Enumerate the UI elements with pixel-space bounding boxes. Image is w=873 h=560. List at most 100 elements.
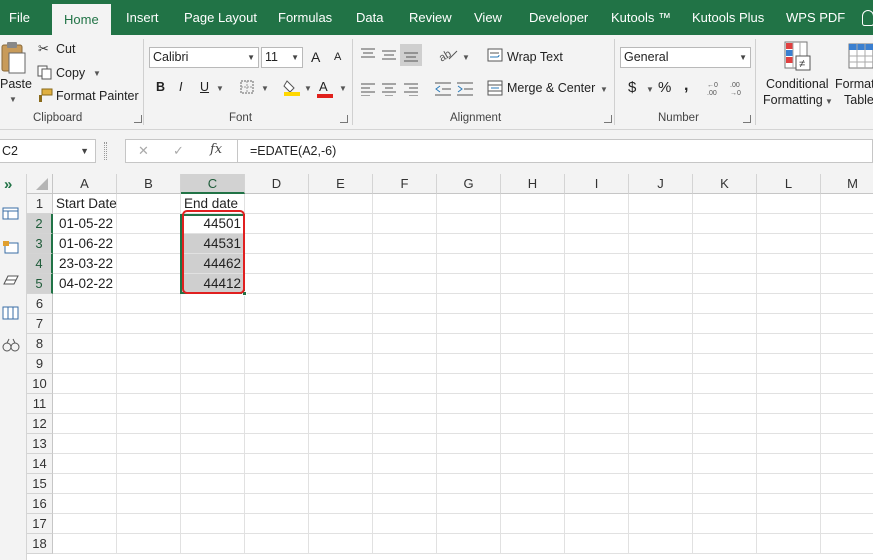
cell-g7[interactable] <box>437 314 501 334</box>
cell-m5[interactable] <box>821 274 873 294</box>
cell-d15[interactable] <box>245 474 309 494</box>
cell-b18[interactable] <box>117 534 181 554</box>
cell-e14[interactable] <box>309 454 373 474</box>
align-left-icon[interactable] <box>360 82 376 96</box>
tab-review[interactable]: Review <box>409 0 452 35</box>
cell-b15[interactable] <box>117 474 181 494</box>
cell-m16[interactable] <box>821 494 873 514</box>
cell-c17[interactable] <box>181 514 245 534</box>
cell-g15[interactable] <box>437 474 501 494</box>
cell-f10[interactable] <box>373 374 437 394</box>
column-header-g[interactable]: G <box>437 174 501 194</box>
cell-c14[interactable] <box>181 454 245 474</box>
bottom-align-button[interactable] <box>400 44 422 66</box>
conditional-formatting-icon[interactable]: ≠ <box>784 41 812 73</box>
cell-d18[interactable] <box>245 534 309 554</box>
cell-c9[interactable] <box>181 354 245 374</box>
cell-m14[interactable] <box>821 454 873 474</box>
column-header-d[interactable]: D <box>245 174 309 194</box>
cell-m15[interactable] <box>821 474 873 494</box>
cell-k18[interactable] <box>693 534 757 554</box>
cell-d11[interactable] <box>245 394 309 414</box>
cell-g9[interactable] <box>437 354 501 374</box>
tab-wps-pdf[interactable]: WPS PDF <box>786 0 845 35</box>
cell-k8[interactable] <box>693 334 757 354</box>
cell-m18[interactable] <box>821 534 873 554</box>
cell-f16[interactable] <box>373 494 437 514</box>
cell-k5[interactable] <box>693 274 757 294</box>
cell-l10[interactable] <box>757 374 821 394</box>
currency-button[interactable]: $ <box>628 79 636 96</box>
cell-i1[interactable] <box>565 194 629 214</box>
cell-a16[interactable] <box>53 494 117 514</box>
cell-f12[interactable] <box>373 414 437 434</box>
bold-button[interactable]: B <box>156 80 165 94</box>
cell-b10[interactable] <box>117 374 181 394</box>
underline-dropdown-icon[interactable]: ▼ <box>216 84 224 93</box>
paste-label[interactable]: Paste <box>0 77 32 91</box>
cell-j7[interactable] <box>629 314 693 334</box>
cell-j9[interactable] <box>629 354 693 374</box>
cell-j6[interactable] <box>629 294 693 314</box>
cell-b8[interactable] <box>117 334 181 354</box>
cancel-icon[interactable]: ✕ <box>138 143 149 159</box>
cell-m12[interactable] <box>821 414 873 434</box>
align-center-icon[interactable] <box>381 82 397 96</box>
cell-k7[interactable] <box>693 314 757 334</box>
cell-c18[interactable] <box>181 534 245 554</box>
cut-button[interactable]: Cut <box>56 42 75 56</box>
conditional-formatting-label-1[interactable]: Conditional <box>766 77 829 91</box>
cell-g10[interactable] <box>437 374 501 394</box>
cell-e10[interactable] <box>309 374 373 394</box>
cell-k4[interactable] <box>693 254 757 274</box>
middle-align-icon[interactable] <box>381 47 397 61</box>
cell-g16[interactable] <box>437 494 501 514</box>
cell-i9[interactable] <box>565 354 629 374</box>
cell-h3[interactable] <box>501 234 565 254</box>
cell-m17[interactable] <box>821 514 873 534</box>
cell-h13[interactable] <box>501 434 565 454</box>
cell-h5[interactable] <box>501 274 565 294</box>
cell-d5[interactable] <box>245 274 309 294</box>
tab-file[interactable]: File <box>9 0 30 35</box>
cell-g12[interactable] <box>437 414 501 434</box>
cell-l16[interactable] <box>757 494 821 514</box>
tab-page-layout[interactable]: Page Layout <box>184 0 257 35</box>
cell-j16[interactable] <box>629 494 693 514</box>
cell-c3[interactable]: 44531 <box>181 234 245 254</box>
cell-h4[interactable] <box>501 254 565 274</box>
cell-l4[interactable] <box>757 254 821 274</box>
merge-center-dropdown-icon[interactable]: ▼ <box>600 85 608 94</box>
cell-d16[interactable] <box>245 494 309 514</box>
cell-i10[interactable] <box>565 374 629 394</box>
enter-icon[interactable]: ✓ <box>173 143 184 159</box>
cell-k11[interactable] <box>693 394 757 414</box>
cell-j14[interactable] <box>629 454 693 474</box>
fill-color-icon[interactable] <box>283 78 301 96</box>
cell-g13[interactable] <box>437 434 501 454</box>
cell-i8[interactable] <box>565 334 629 354</box>
name-manager-icon[interactable] <box>2 273 20 287</box>
select-all-corner[interactable] <box>27 174 53 194</box>
autotext-icon[interactable] <box>2 240 20 254</box>
cell-b7[interactable] <box>117 314 181 334</box>
row-header-1[interactable]: 1 <box>27 194 53 214</box>
cell-m8[interactable] <box>821 334 873 354</box>
cell-h2[interactable] <box>501 214 565 234</box>
cell-f14[interactable] <box>373 454 437 474</box>
cell-i7[interactable] <box>565 314 629 334</box>
cell-a13[interactable] <box>53 434 117 454</box>
cell-i5[interactable] <box>565 274 629 294</box>
cell-d1[interactable] <box>245 194 309 214</box>
shrink-font-button[interactable]: A <box>334 51 341 63</box>
cell-f3[interactable] <box>373 234 437 254</box>
cell-e9[interactable] <box>309 354 373 374</box>
cell-k10[interactable] <box>693 374 757 394</box>
cell-h18[interactable] <box>501 534 565 554</box>
cell-i18[interactable] <box>565 534 629 554</box>
cell-a12[interactable] <box>53 414 117 434</box>
cell-f13[interactable] <box>373 434 437 454</box>
column-list-icon[interactable] <box>2 306 20 320</box>
cell-d14[interactable] <box>245 454 309 474</box>
row-header-13[interactable]: 13 <box>27 434 53 454</box>
